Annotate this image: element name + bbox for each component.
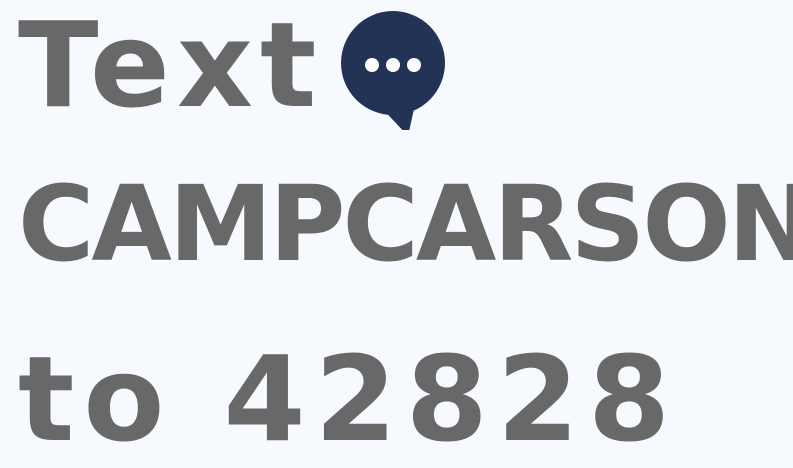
instruction-line-keyword: CAMPCARSON [18,163,793,285]
instruction-line-shortcode: to 42828 [18,330,680,468]
chat-bubble-icon [341,11,445,130]
instruction-line-text: Text [18,0,324,134]
